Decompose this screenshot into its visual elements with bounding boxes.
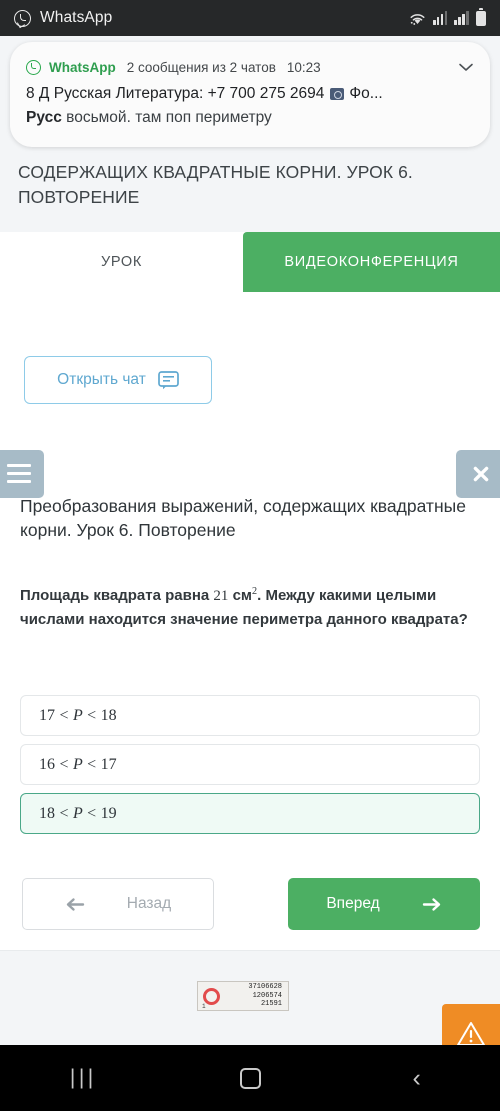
counter-line-3: 21591 [260, 1000, 282, 1009]
answer-1-right: 18 [100, 706, 117, 724]
open-chat-label: Открыть чат [57, 371, 146, 388]
recents-icon: ||| [69, 1066, 97, 1089]
liveinternet-ring-icon [203, 987, 220, 1005]
notification-message-1-preview: Фо... [349, 85, 383, 102]
answer-1-var: P [72, 706, 83, 724]
tab-videoconference-label: ВИДЕОКОНФЕРЕНЦИЯ [284, 254, 459, 270]
notification-time: 10:23 [286, 59, 321, 75]
page-title: СОДЕРЖАЩИХ КВАДРАТНЫЕ КОРНИ. УРОК 6. ПОВ… [18, 162, 413, 207]
counter-index-label: 1 [202, 1003, 206, 1010]
answer-3-op1: < [59, 804, 69, 822]
chat-bubble-icon [157, 370, 179, 389]
lesson-title: Преобразования выражений, содержащих ква… [20, 496, 466, 540]
answer-option-3[interactable]: 18 < P < 19 [20, 793, 480, 834]
chat-zone: Открыть чат [0, 292, 500, 410]
answer-1-op2: < [87, 706, 97, 724]
arrow-left-icon [66, 897, 84, 911]
notification-header: WhatsApp 2 сообщения из 2 чатов 10:23 [26, 56, 474, 78]
answer-1-op1: < [59, 706, 69, 724]
recents-button[interactable]: ||| [0, 1066, 167, 1090]
whatsapp-icon [26, 59, 41, 75]
tab-videoconference[interactable]: ВИДЕОКОНФЕРЕНЦИЯ [243, 232, 500, 292]
answer-3-right: 19 [100, 804, 117, 822]
counter-line-1: 37106628 [248, 983, 282, 992]
notification-message-2-preview: восьмой. там поп периметру [66, 109, 272, 126]
warning-glyph [457, 1021, 485, 1046]
notification-summary: 2 сообщения из 2 чатов [126, 59, 276, 75]
notification-message-1: 8 Д Русская Литература: +7 700 275 2694 … [26, 85, 474, 103]
back-button-label: Назад [126, 895, 172, 912]
answer-3-var: P [72, 804, 83, 822]
back-chevron-icon: ‹ [412, 1063, 421, 1092]
home-icon [239, 1067, 261, 1089]
close-icon[interactable] [456, 450, 500, 498]
chevron-down-icon[interactable] [458, 60, 474, 75]
tab-bar: УРОК ВИДЕОКОНФЕРЕНЦИЯ [0, 232, 500, 292]
navigation-row: Назад Вперед [0, 878, 500, 936]
notification-message-2-sender: Русс [26, 109, 62, 126]
answer-3-left: 18 [39, 804, 55, 822]
answer-1-left: 17 [39, 706, 55, 724]
question-value: 21 [213, 588, 229, 604]
answer-2-op1: < [59, 755, 69, 773]
notification-card[interactable]: WhatsApp 2 сообщения из 2 чатов 10:23 8 … [10, 42, 490, 147]
status-bar-left: WhatsApp [14, 9, 409, 27]
notification-app-label: WhatsApp [49, 59, 116, 75]
notification-message-1-sender: 8 Д Русская Литература: +7 700 275 2694 [26, 85, 325, 102]
chevron-down-glyph [459, 63, 473, 71]
question-text: Площадь квадрата равна 21 см2. Между как… [20, 580, 480, 632]
forward-button[interactable]: Вперед [288, 878, 480, 930]
answer-2-left: 16 [39, 755, 55, 773]
status-bar-right [409, 8, 486, 26]
signal-icon [454, 11, 469, 25]
web-page: СОДЕРЖАЩИХ КВАДРАТНЫЕ КОРНИ. УРОК 6. ПОВ… [0, 36, 500, 1062]
hamburger-menu-icon[interactable] [0, 450, 44, 498]
wifi-icon [410, 13, 425, 25]
close-glyph [473, 466, 489, 482]
counter-line-2: 1206574 [252, 991, 282, 1000]
battery-icon [476, 8, 486, 26]
status-bar: WhatsApp [0, 0, 500, 36]
back-button[interactable]: ‹ [333, 1063, 500, 1092]
question-unit: см [228, 587, 253, 604]
exercise-panel: Преобразования выражений, содержащих ква… [0, 410, 500, 950]
answer-2-op2: < [87, 755, 97, 773]
whatsapp-icon [14, 9, 31, 27]
answer-option-1[interactable]: 17 < P < 18 [20, 695, 480, 736]
answer-option-2[interactable]: 16 < P < 17 [20, 744, 480, 785]
answer-2-var: P [72, 755, 83, 773]
arrow-right-icon [422, 897, 440, 911]
tab-lesson-label: УРОК [100, 254, 143, 270]
footer-band: 37106628 1206574 21591 1 [0, 950, 500, 1062]
question-part-1: Площадь квадрата равна [20, 587, 214, 604]
hit-counter-numbers: 37106628 1206574 21591 [225, 983, 285, 1009]
notification-message-2: Русс восьмой. там поп периметру [26, 109, 474, 127]
status-bar-app-name: WhatsApp [40, 9, 113, 26]
hit-counter-widget[interactable]: 37106628 1206574 21591 1 [197, 981, 289, 1011]
photo-icon [330, 88, 345, 100]
answer-3-op2: < [87, 804, 97, 822]
phone-screen: WhatsApp СОДЕРЖАЩИХ КВАДРАТНЫЕ КОРНИ. УР… [0, 0, 500, 1111]
android-navigation-bar: ||| ‹ [0, 1045, 500, 1111]
signal-icon [432, 11, 448, 25]
forward-button-label: Вперед [326, 895, 380, 912]
back-button[interactable]: Назад [22, 878, 214, 930]
tab-lesson[interactable]: УРОК [0, 232, 243, 292]
open-chat-button[interactable]: Открыть чат [24, 356, 212, 404]
answer-options-list: 17 < P < 18 16 < P < 17 18 < P < 19 [20, 695, 480, 842]
answer-2-right: 17 [100, 755, 117, 773]
home-button[interactable] [167, 1067, 334, 1089]
